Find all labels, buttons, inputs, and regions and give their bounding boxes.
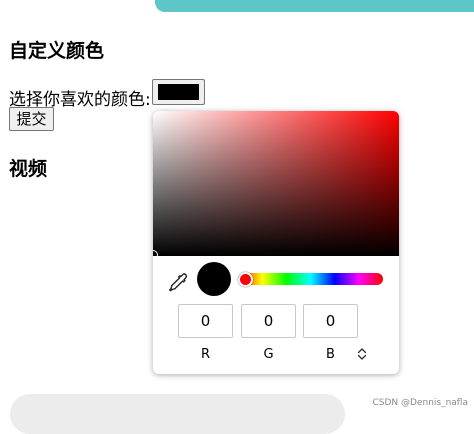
hue-slider[interactable] (238, 273, 383, 285)
eyedropper-icon[interactable] (167, 271, 189, 293)
green-channel-input[interactable] (241, 304, 296, 338)
green-channel-label: G (263, 347, 274, 362)
red-channel-label: R (200, 347, 211, 362)
color-picker-popup: R G B (153, 111, 399, 374)
red-channel-input[interactable] (178, 304, 233, 338)
blue-channel-input[interactable] (303, 304, 358, 338)
watermark: CSDN @Dennis_nafla (372, 398, 469, 408)
color-swatch (158, 84, 199, 100)
submit-button[interactable]: 提交 (9, 107, 54, 131)
up-down-chevron-icon[interactable] (355, 346, 369, 362)
blue-channel-label: B (326, 347, 335, 362)
color-preview-circle (197, 262, 231, 296)
video-placeholder (10, 394, 345, 434)
saturation-value-area[interactable] (153, 111, 399, 256)
hue-slider-handle[interactable] (238, 272, 253, 287)
color-input[interactable] (152, 79, 205, 105)
top-accent-bar (155, 0, 474, 12)
page-heading-custom-color: 自定义颜色 (9, 40, 105, 62)
saturation-handle[interactable] (153, 250, 158, 260)
page-heading-video: 视频 (9, 158, 48, 180)
